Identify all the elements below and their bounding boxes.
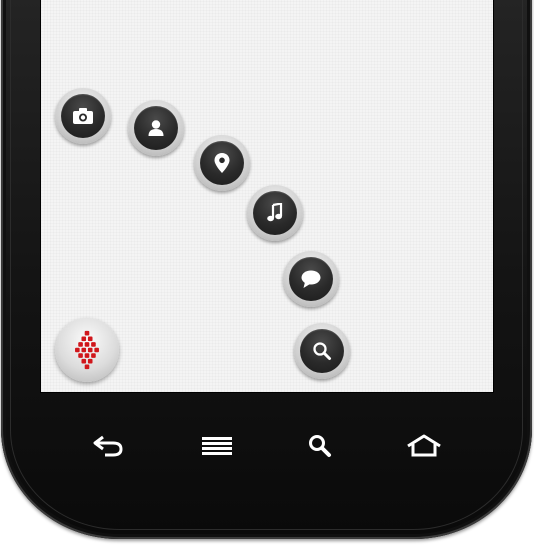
search-key[interactable] xyxy=(300,430,340,462)
menu-lines-icon xyxy=(202,437,232,455)
music-action-button[interactable] xyxy=(247,185,303,241)
location-pin-icon xyxy=(214,153,230,173)
menu-dot xyxy=(78,353,83,358)
location-action-button[interactable] xyxy=(194,135,250,191)
search-icon xyxy=(313,342,331,360)
menu-dot xyxy=(87,358,93,364)
menu-dot xyxy=(87,347,93,353)
home-icon xyxy=(407,434,441,457)
back-arrow-icon xyxy=(93,435,123,457)
speech-bubble-icon xyxy=(301,270,321,288)
menu-dot xyxy=(84,330,90,336)
message-action-button[interactable] xyxy=(283,251,339,307)
back-key[interactable] xyxy=(88,430,128,462)
camera-action-button[interactable] xyxy=(55,88,111,144)
red-dots-menu-icon xyxy=(75,330,99,370)
menu-dot xyxy=(84,364,90,370)
menu-dot xyxy=(84,353,90,358)
menu-dot xyxy=(81,347,87,353)
search-action-button[interactable] xyxy=(294,323,350,379)
camera-icon xyxy=(73,108,93,124)
music-note-icon xyxy=(267,203,283,222)
menu-dot xyxy=(91,342,96,347)
phone-mockup xyxy=(0,0,534,545)
person-icon xyxy=(148,120,164,136)
menu-dot xyxy=(78,342,83,347)
search-icon xyxy=(309,435,331,457)
menu-key[interactable] xyxy=(197,430,237,462)
menu-dot xyxy=(84,342,90,347)
menu-dot xyxy=(75,347,80,353)
menu-dot xyxy=(91,353,96,358)
menu-dot xyxy=(87,336,93,342)
launcher-main-button[interactable] xyxy=(55,318,119,382)
menu-dot xyxy=(81,336,87,342)
menu-dot xyxy=(81,358,87,364)
home-key[interactable] xyxy=(404,430,444,462)
menu-dot xyxy=(94,347,99,353)
contact-action-button[interactable] xyxy=(128,100,184,156)
